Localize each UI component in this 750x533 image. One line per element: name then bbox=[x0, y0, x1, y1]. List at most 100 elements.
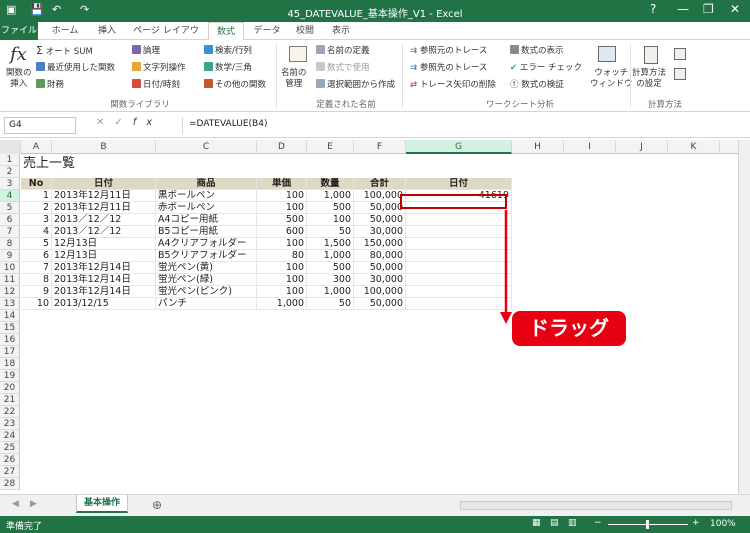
evaluate-label: 数式の検証 bbox=[521, 80, 564, 90]
save-icon[interactable]: 💾 bbox=[30, 3, 44, 16]
sheet-tabs-bar: ◀ ▶ 基本操作 ⊕ bbox=[0, 494, 750, 516]
calc-sheet-icon[interactable] bbox=[674, 68, 686, 80]
column-header-i[interactable]: I bbox=[564, 140, 616, 154]
insert-function-icon[interactable]: fx bbox=[133, 117, 162, 128]
watch-window-button[interactable]: ウォッチ ウィンドウ bbox=[590, 68, 633, 90]
tab-insert[interactable]: 挿入 bbox=[90, 22, 124, 40]
more-functions-button[interactable]: その他の関数 bbox=[204, 78, 266, 90]
recent-label: 最近使用した関数 bbox=[47, 63, 116, 73]
next-sheet-icon[interactable]: ▶ bbox=[30, 499, 37, 509]
name-manager-button[interactable]: 名前の 管理 bbox=[281, 68, 307, 90]
create-from-selection-button[interactable]: 選択範囲から作成 bbox=[316, 78, 395, 90]
column-header-a[interactable]: A bbox=[21, 140, 52, 154]
evaluate-formula-button[interactable]: ⓕ 数式の検証 bbox=[510, 78, 564, 90]
calc-options-button[interactable]: 計算方法 の設定 bbox=[632, 68, 666, 90]
financial-icon bbox=[36, 79, 45, 88]
column-header-g[interactable]: G bbox=[406, 140, 512, 154]
logical-label: 論理 bbox=[143, 46, 161, 56]
minimize-button[interactable]: — bbox=[677, 2, 689, 16]
define-name-label: 名前の定義 bbox=[327, 46, 370, 56]
lookup-icon bbox=[204, 45, 213, 54]
column-header-h[interactable]: H bbox=[512, 140, 564, 154]
insert-function-button[interactable]: 関数の 挿入 bbox=[6, 68, 32, 90]
tab-review[interactable]: 校閲 bbox=[290, 22, 320, 40]
remove-arrows-icon: ⇄ bbox=[410, 80, 418, 90]
group-label-auditing: ワークシート分析 bbox=[485, 100, 554, 110]
column-header-c[interactable]: C bbox=[156, 140, 257, 154]
zoom-out-icon[interactable]: − bbox=[594, 518, 602, 528]
error-checking-button[interactable]: ✔ エラー チェック bbox=[510, 61, 582, 73]
text-label: 文字列操作 bbox=[143, 63, 186, 73]
restore-button[interactable]: ❐ bbox=[703, 2, 714, 16]
tab-formulas[interactable]: 数式 bbox=[208, 22, 244, 41]
use-in-formula-button[interactable]: 数式で使用 bbox=[316, 61, 370, 73]
trace-precedents-label: 参照元のトレース bbox=[419, 46, 488, 56]
horizontal-scrollbar[interactable] bbox=[460, 501, 732, 510]
normal-view-icon[interactable]: ▦ bbox=[532, 518, 541, 528]
column-header-k[interactable]: K bbox=[668, 140, 720, 154]
enter-icon[interactable]: ✓ bbox=[114, 117, 132, 128]
formula-input[interactable]: =DATEVALUE(B4) bbox=[182, 117, 730, 134]
group-label-calc: 計算方法 bbox=[647, 100, 682, 110]
tab-data[interactable]: データ bbox=[250, 22, 284, 40]
name-box[interactable]: G4 bbox=[4, 117, 76, 134]
error-check-icon: ✔ bbox=[510, 63, 518, 73]
autosum-label: オート SUM bbox=[45, 47, 93, 57]
column-header-j[interactable]: J bbox=[616, 140, 668, 154]
select-all-button[interactable] bbox=[0, 140, 21, 154]
close-button[interactable]: ✕ bbox=[730, 2, 740, 16]
trace-precedents-button[interactable]: ⇉ 参照元のトレース bbox=[410, 44, 487, 56]
sigma-icon: Σ bbox=[36, 44, 43, 57]
text-icon bbox=[132, 62, 141, 71]
status-ready: 準備完了 bbox=[6, 522, 43, 532]
page-layout-view-icon[interactable]: ▤ bbox=[550, 518, 559, 528]
column-header-b[interactable]: B bbox=[52, 140, 156, 154]
name-manager-icon bbox=[289, 46, 307, 62]
show-formulas-button[interactable]: 数式の表示 bbox=[510, 44, 564, 56]
help-button[interactable]: ? bbox=[650, 2, 656, 16]
calc-now-icon[interactable] bbox=[674, 48, 686, 60]
define-name-button[interactable]: 名前の定義 bbox=[316, 44, 370, 56]
text-button[interactable]: 文字列操作 bbox=[132, 61, 186, 73]
fx-icon: fx bbox=[10, 44, 27, 65]
datetime-button[interactable]: 日付/時刻 bbox=[132, 78, 180, 90]
lookup-button[interactable]: 検索/行列 bbox=[204, 44, 252, 56]
zoom-in-icon[interactable]: + bbox=[692, 518, 700, 528]
sheet-grid[interactable]: 1 2 3 4 5 6 7 8 9 10 11 12 13 14 15 16 17 18 19 20 21 22 23 24 2… bbox=[0, 154, 738, 494]
more-icon bbox=[204, 79, 213, 88]
tab-page-layout[interactable]: ページ レイアウト bbox=[130, 22, 202, 54]
autosum-button[interactable]: Σ オート SUM bbox=[36, 44, 93, 57]
title-bar: ▣ 💾 ↶ ↷ 45_DATEVALUE_基本操作_V1 - Excel ? —… bbox=[0, 0, 750, 22]
undo-icon[interactable]: ↶ bbox=[52, 3, 61, 16]
tab-home[interactable]: ホーム bbox=[46, 22, 84, 40]
column-header-e[interactable]: E bbox=[307, 140, 354, 154]
more-label: その他の関数 bbox=[215, 80, 267, 90]
logical-button[interactable]: 論理 bbox=[132, 44, 160, 56]
redo-icon[interactable]: ↷ bbox=[80, 3, 89, 16]
zoom-level[interactable]: 100% bbox=[710, 519, 736, 529]
zoom-slider-handle[interactable] bbox=[646, 520, 649, 529]
column-header-d[interactable]: D bbox=[257, 140, 307, 154]
trace-dependents-button[interactable]: ⇉ 参照先のトレース bbox=[410, 61, 487, 73]
vertical-scrollbar[interactable] bbox=[738, 140, 750, 494]
add-sheet-button[interactable]: ⊕ bbox=[152, 498, 162, 512]
arrow-icon: ⇉ bbox=[410, 46, 418, 56]
status-bar: 準備完了 ▦ ▤ ▥ − + 100% bbox=[0, 516, 750, 533]
tab-file[interactable]: ファイル bbox=[0, 22, 38, 40]
column-header-f[interactable]: F bbox=[354, 140, 406, 154]
cancel-icon[interactable]: ✕ bbox=[96, 117, 114, 128]
prev-sheet-icon[interactable]: ◀ bbox=[12, 499, 19, 509]
logical-icon bbox=[132, 45, 141, 54]
column-headers: ABCDEFGHIJK bbox=[0, 140, 750, 154]
financial-button[interactable]: 財務 bbox=[36, 78, 64, 90]
remove-arrows-button[interactable]: ⇄ トレース矢印の削除 bbox=[410, 78, 496, 90]
recent-functions-button[interactable]: 最近使用した関数 bbox=[36, 61, 115, 73]
show-formulas-label: 数式の表示 bbox=[521, 46, 564, 56]
sheet-tab-basic[interactable]: 基本操作 bbox=[76, 495, 128, 513]
math-button[interactable]: 数学/三角 bbox=[204, 61, 252, 73]
tab-view[interactable]: 表示 bbox=[326, 22, 356, 40]
math-icon bbox=[204, 62, 213, 71]
calendar-icon bbox=[132, 79, 141, 88]
ribbon: fx 関数の 挿入 Σ オート SUM 最近使用した関数 財務 論理 文字列操作… bbox=[0, 40, 750, 112]
page-break-view-icon[interactable]: ▥ bbox=[568, 518, 577, 528]
